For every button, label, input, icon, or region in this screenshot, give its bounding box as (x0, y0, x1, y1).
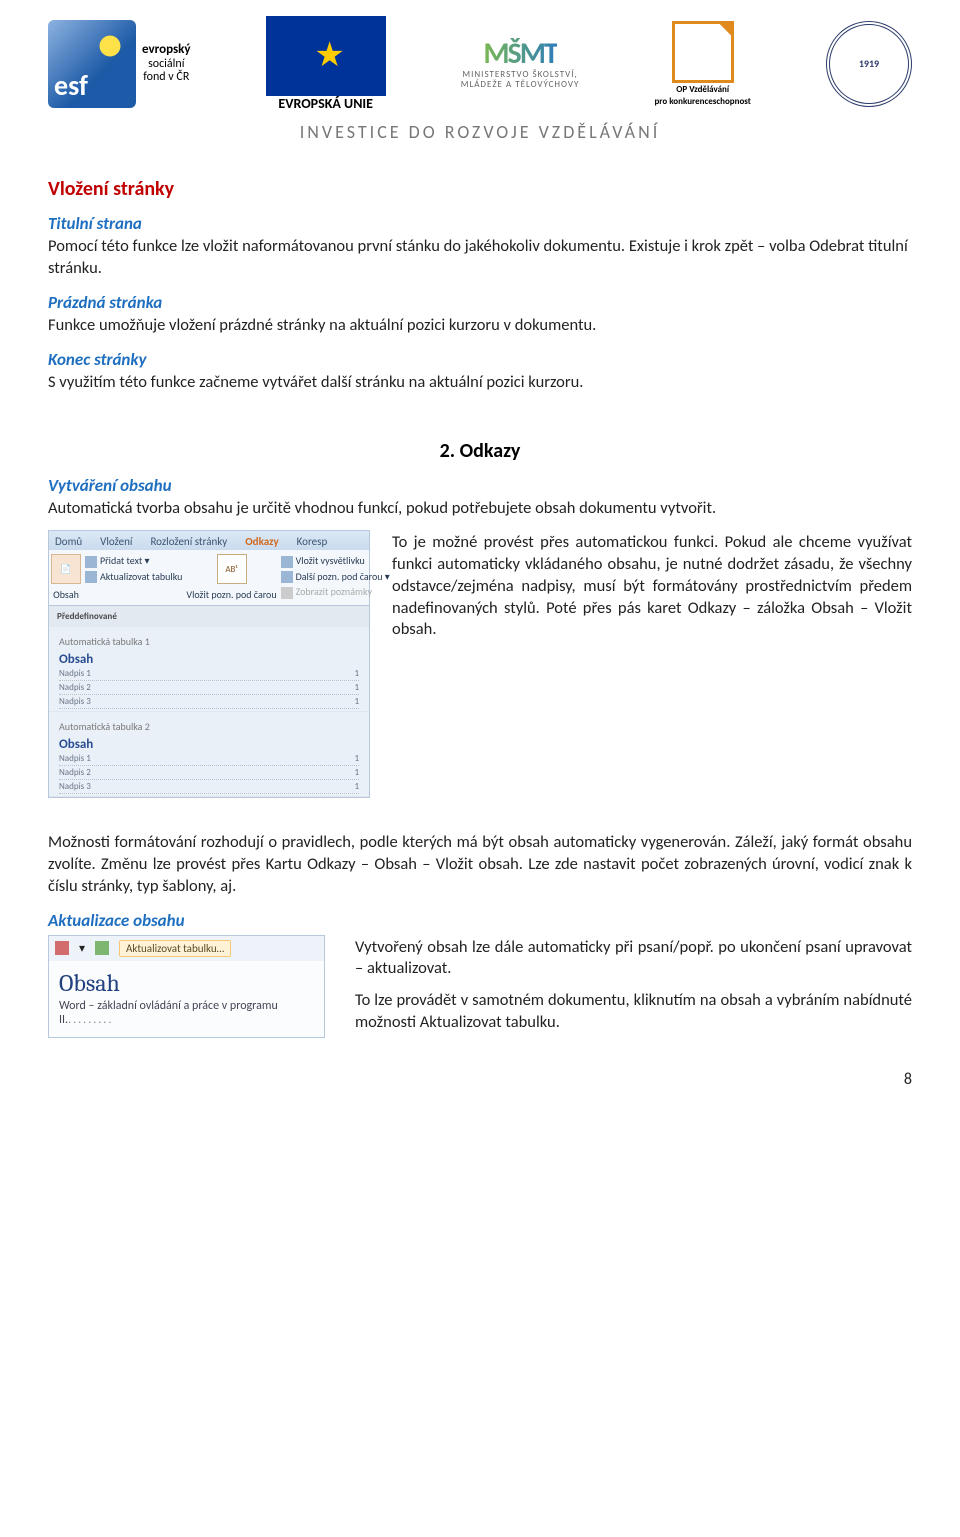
eu-flag-icon: ★ (266, 16, 386, 96)
op-logo: OP Vzdělávání pro konkurenceschopnost (654, 21, 750, 107)
update-toc-toolbar: ▾ Aktualizovat tabulku… (49, 936, 324, 961)
esf-line1: evropský (142, 42, 191, 57)
ribbon-tab: Rozložení stránky (150, 535, 227, 548)
subheading-konec: Konec stránky (48, 349, 912, 370)
word-ribbon-screenshot: Domů Vložení Rozložení stránky Odkazy Ko… (48, 530, 370, 798)
esf-square-icon: esf (48, 20, 136, 108)
ribbon-body: 📄 Obsah Přidat text ▾ Aktualizovat tabul… (49, 550, 369, 605)
ribbon-tab: Koresp (297, 535, 328, 548)
esf-line2: sociální (142, 58, 191, 71)
update-table-button: Aktualizovat tabulku… (119, 940, 231, 957)
update-icon (85, 571, 97, 583)
toc-row: Nadpis 11 (59, 752, 359, 766)
paragraph-konec: S využitím této funkce začneme vytvářet … (48, 372, 912, 394)
toc-row: Nadpis 31 (59, 780, 359, 794)
predefined-header: Předdefinované (49, 606, 369, 627)
show-notes-icon (281, 587, 293, 599)
footnote-caption: Vložit pozn. pod čarou (186, 588, 276, 601)
toc-title: Obsah (59, 652, 359, 667)
esf-line3: fond v ČR (142, 71, 191, 84)
paragraph-side: To je možné provést přes automatickou fu… (392, 532, 912, 641)
ribbon-obsah-label: Obsah (53, 588, 79, 601)
update-toc-screenshot: ▾ Aktualizovat tabulku… Obsah Word – zák… (48, 935, 325, 1038)
ribbon-add-text: Přidat text ▾ (85, 554, 182, 568)
add-text-icon (85, 556, 97, 568)
paragraph-akt1: Vytvořený obsah lze dále automaticky při… (355, 937, 912, 981)
gear-icon: 1919 (826, 21, 912, 107)
op-line2: pro konkurenceschopnost (654, 97, 750, 107)
ribbon-tab: Domů (55, 535, 82, 548)
toc-entry: Word – základní ovládání a práce v progr… (49, 997, 324, 1037)
section-heading-odkazy: 2. Odkazy (48, 439, 912, 463)
toc-icon (55, 941, 69, 955)
esf-logo: esf evropský sociální fond v ČR (48, 20, 191, 108)
next-footnote-icon (281, 571, 293, 583)
paragraph-vytvareni: Automatická tvorba obsahu je určitě vhod… (48, 498, 912, 520)
toc-row: Nadpis 21 (59, 766, 359, 780)
paragraph-format: Možnosti formátování rozhodují o pravidl… (48, 832, 912, 897)
subheading-aktualizace: Aktualizace obsahu (48, 910, 912, 931)
refresh-icon (95, 941, 109, 955)
ribbon-tabs: Domů Vložení Rozložení stránky Odkazy Ko… (49, 531, 369, 550)
school-logo: 1919 (826, 21, 912, 107)
ribbon-update-table: Aktualizovat tabulku (85, 570, 182, 584)
toc-row: Nadpis 31 (59, 695, 359, 709)
toc-template-1: Automatická tabulka 1 Obsah Nadpis 11 Na… (49, 627, 369, 712)
ribbon-next-footnote: Další pozn. pod čarou ▾ (281, 570, 390, 584)
ribbon-tab-active: Odkazy (245, 535, 278, 548)
subheading-prazdna: Prázdná stránka (48, 292, 912, 313)
page-number: 8 (48, 1070, 912, 1089)
msmt-mark-icon: MŠMT (483, 37, 556, 70)
toc-template-caption: Automatická tabulka 1 (59, 635, 359, 648)
subheading-vytvareni: Vytváření obsahu (48, 475, 912, 496)
op-square-icon (672, 21, 734, 83)
toc-icon: 📄 (51, 554, 81, 584)
ribbon-show-notes: Zobrazit poznámky (281, 585, 390, 599)
eu-caption: EVROPSKÁ UNIE (278, 96, 373, 111)
subheading-titulni: Titulní strana (48, 213, 912, 234)
ribbon-endnote: Vložit vysvětlivku (281, 554, 390, 568)
toc-title: Obsah (59, 737, 359, 752)
paragraph-akt2: To lze provádět v samotném dokumentu, kl… (355, 990, 912, 1034)
paragraph-titulni: Pomocí této funkce lze vložit naformátov… (48, 236, 912, 280)
paragraph-prazdna: Funkce umožňuje vložení prázdné stránky … (48, 315, 912, 337)
toc-template-2: Automatická tabulka 2 Obsah Nadpis 11 Na… (49, 712, 369, 797)
toc-template-caption: Automatická tabulka 2 (59, 720, 359, 733)
header-tagline: INVESTICE DO ROZVOJE VZDĚLÁVÁNÍ (48, 121, 912, 143)
toc-row: Nadpis 21 (59, 681, 359, 695)
toc-title: Obsah (49, 961, 324, 997)
endnote-icon (281, 556, 293, 568)
op-line1: OP Vzdělávání (676, 85, 729, 95)
footnote-ab-icon: AB¹ (217, 554, 247, 584)
msmt-line2: MLÁDEŽE A TĚLOVÝCHOVY (461, 80, 580, 90)
msmt-logo: MŠMT MINISTERSTVO ŠKOLSTVÍ, MLÁDEŽE A TĚ… (461, 37, 580, 90)
funding-logos-strip: esf evropský sociální fond v ČR ★ EVROPS… (48, 10, 912, 115)
section-title-vlozeni: Vložení stránky (48, 177, 912, 201)
ribbon-tab: Vložení (100, 535, 132, 548)
eu-logo: ★ EVROPSKÁ UNIE (266, 16, 386, 111)
toc-row: Nadpis 11 (59, 667, 359, 681)
gear-year: 1919 (859, 58, 879, 69)
esf-caption: evropský sociální fond v ČR (142, 43, 191, 84)
